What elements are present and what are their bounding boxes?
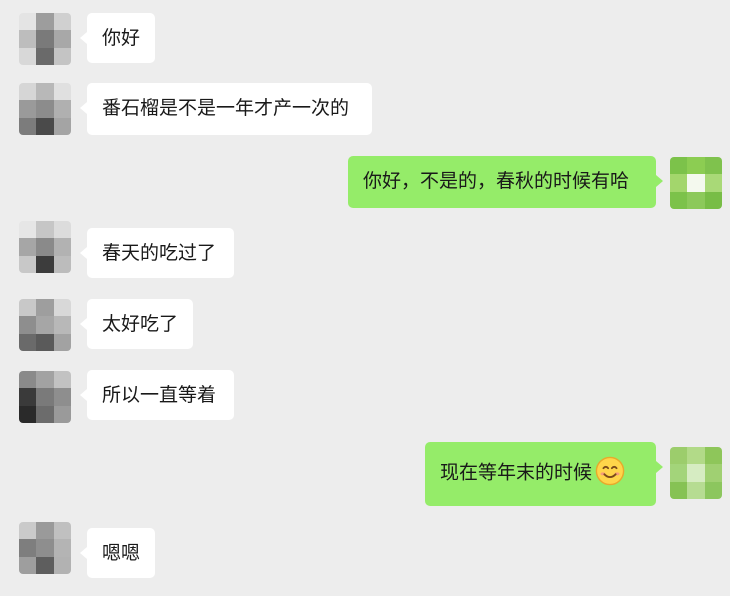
message-text: 现在等年末的时候 [440, 461, 593, 484]
message-text: 你好，不是的，春秋的时候有哈 [363, 170, 630, 192]
smiling-face-emoji [595, 456, 625, 486]
contact-avatar[interactable] [19, 299, 71, 351]
message-text: 番石榴是不是一年才产一次的 [102, 97, 350, 119]
message-text: 太好吃了 [102, 313, 179, 335]
outgoing-message-bubble[interactable]: 你好，不是的，春秋的时候有哈 [348, 156, 663, 208]
incoming-message-bubble[interactable]: 嗯嗯 [80, 528, 155, 578]
message-text: 所以一直等着 [102, 384, 217, 406]
incoming-message-bubble[interactable]: 番石榴是不是一年才产一次的 [80, 83, 372, 135]
my-avatar[interactable] [670, 447, 722, 499]
message-text: 春天的吃过了 [102, 242, 217, 264]
contact-avatar[interactable] [19, 522, 71, 574]
my-avatar[interactable] [670, 157, 722, 209]
contact-avatar[interactable] [19, 371, 71, 423]
message-text: 嗯嗯 [102, 542, 141, 564]
contact-avatar[interactable] [19, 83, 71, 135]
chat-message-list[interactable]: 你好 番石榴是不是一年才产一次的 你好，不是的，春秋的时候有哈 春天的吃过了 太… [0, 0, 730, 596]
incoming-message-bubble[interactable]: 你好 [80, 13, 155, 63]
incoming-message-bubble[interactable]: 太好吃了 [80, 299, 193, 349]
outgoing-message-bubble[interactable]: 现在等年末的时候 [425, 442, 663, 506]
incoming-message-bubble[interactable]: 所以一直等着 [80, 370, 234, 420]
incoming-message-bubble[interactable]: 春天的吃过了 [80, 228, 234, 278]
message-text: 你好 [102, 27, 141, 49]
contact-avatar[interactable] [19, 221, 71, 273]
contact-avatar[interactable] [19, 13, 71, 65]
